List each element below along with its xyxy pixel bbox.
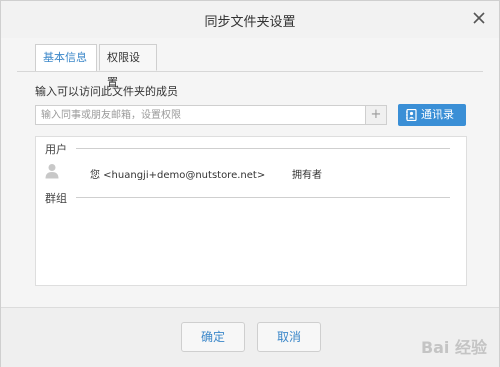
member-role[interactable]: 拥有者	[292, 166, 322, 181]
close-icon	[473, 12, 485, 24]
user-avatar-icon	[45, 164, 59, 179]
contacts-button[interactable]: 通讯录	[398, 104, 466, 126]
users-divider	[76, 148, 450, 149]
cancel-button[interactable]: 取消	[257, 322, 321, 352]
add-member-button[interactable]: +	[365, 106, 386, 124]
ok-button[interactable]: 确定	[181, 322, 245, 352]
member-name: 您 <huangji+demo@nutstore.net>	[90, 170, 266, 181]
tab-divider	[17, 71, 483, 72]
members-section-label: 输入可以访问此文件夹的成员	[35, 85, 178, 98]
member-list: 用户 您 <huangji+demo@nutstore.net> 拥有者 群组	[35, 136, 467, 286]
member-email-input[interactable]	[36, 106, 362, 124]
address-book-icon	[406, 109, 417, 121]
users-group-title: 用户	[45, 143, 67, 156]
watermark-logo: Bai 经验	[420, 338, 487, 357]
member-row[interactable]: 您 <huangji+demo@nutstore.net> 拥有者	[36, 163, 466, 183]
tab-basic-info[interactable]: 基本信息	[35, 44, 97, 71]
contacts-button-label: 通讯录	[421, 108, 454, 121]
close-button[interactable]	[469, 8, 489, 28]
sync-folder-settings-dialog: 同步文件夹设置 基本信息 权限设置 输入可以访问此文件夹的成员 + 通讯录 用户	[0, 0, 500, 367]
dialog-title: 同步文件夹设置	[204, 15, 296, 30]
tab-permission-settings[interactable]: 权限设置	[99, 44, 157, 89]
groups-divider	[76, 197, 450, 198]
title-bar: 同步文件夹设置	[1, 1, 499, 38]
member-input-group: +	[35, 105, 387, 125]
groups-group-title: 群组	[45, 192, 67, 205]
